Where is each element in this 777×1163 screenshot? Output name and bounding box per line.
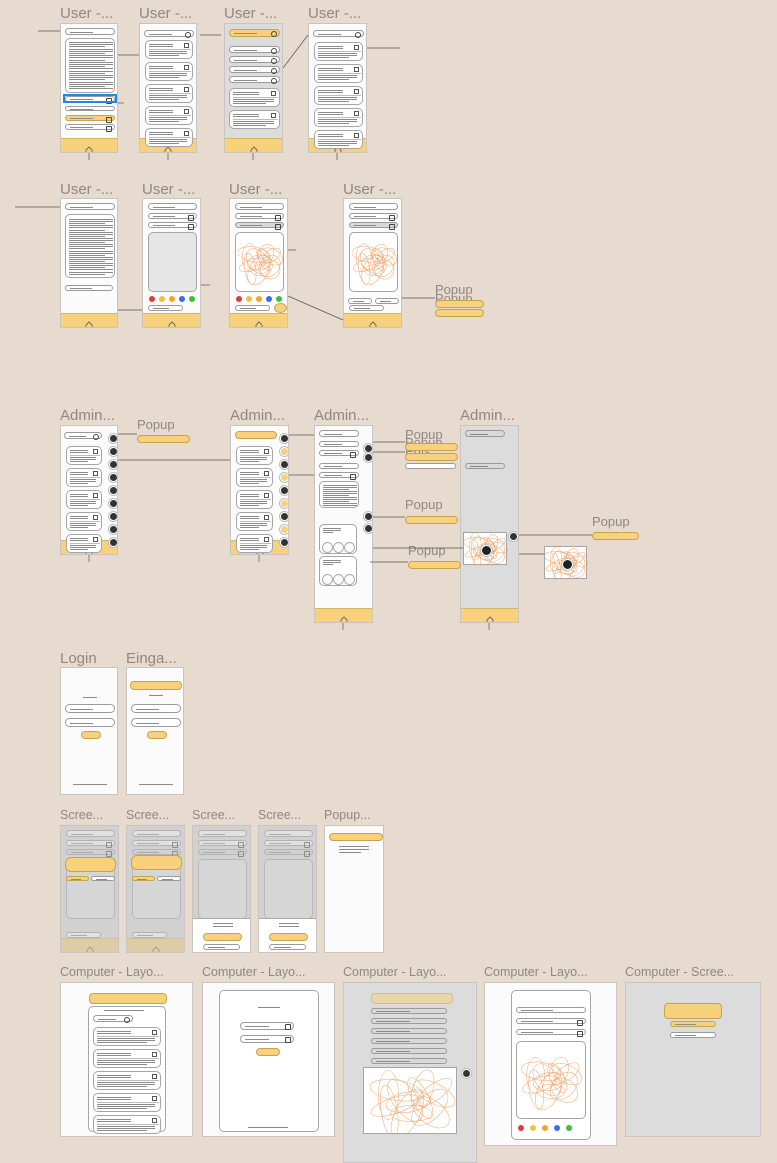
- flow-arrows: [15, 30, 592, 630]
- flow-arrow: [287, 295, 344, 321]
- flow-arrow: [282, 34, 309, 69]
